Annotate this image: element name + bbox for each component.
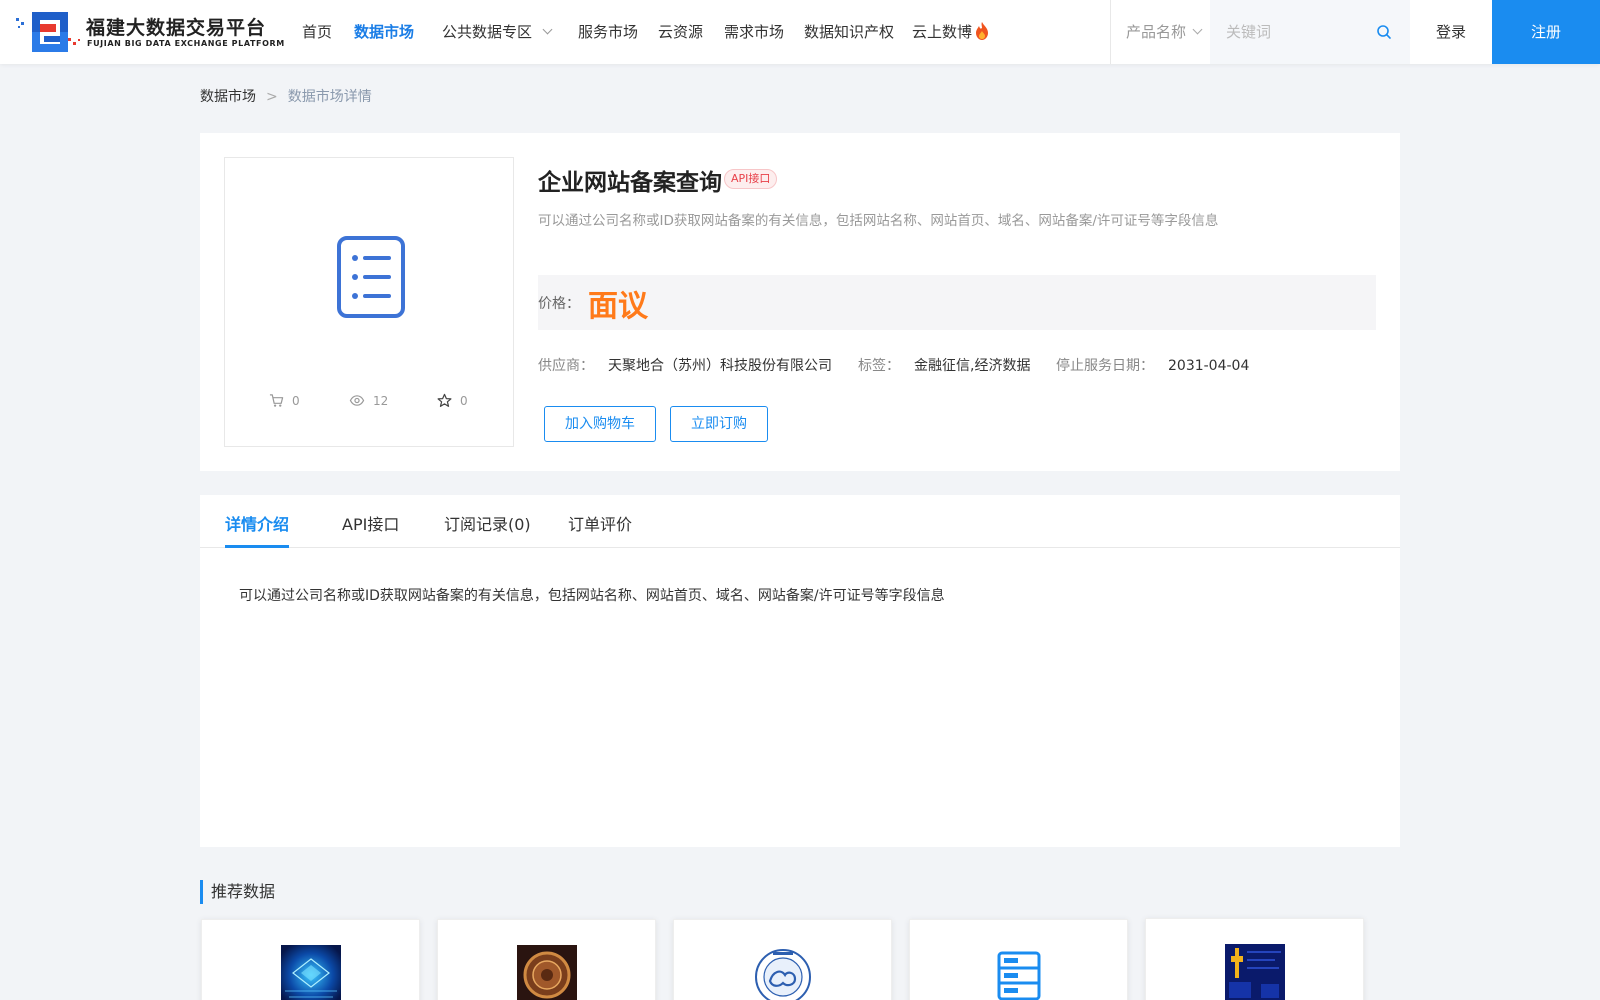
favorite-count: 0 [437,390,468,408]
star-icon[interactable] [437,393,452,408]
breadcrumb-separator: > [266,89,278,105]
recommend-card[interactable] [1145,918,1364,1000]
tab-api[interactable]: API接口 [342,511,399,535]
recommend-title: 推荐数据 [200,880,275,904]
buy-now-button[interactable]: 立即订购 [670,406,768,442]
favorite-count-value: 0 [460,394,468,408]
detail-panel: 详情介绍 API接口 订阅记录(0) 订单评价 可以通过公司名称或ID获取网站备… [200,495,1400,847]
tags-info: 标签： 金融征信,经济数据 [858,355,1030,375]
product-card: 0 12 0 企业网站备案查询 API接口 可以通过公司名称或ID获取网站备案的… [200,133,1400,471]
recommend-card[interactable] [673,919,892,1000]
search-icon[interactable] [1376,24,1392,40]
breadcrumb: 数据市场 > 数据市场详情 [200,86,372,106]
server-stack-icon [997,951,1041,1000]
tab-details[interactable]: 详情介绍 [225,511,289,535]
stop-date-value: 2031-04-04 [1168,358,1250,374]
nav-cloud-expo[interactable]: 云上数博 [912,0,990,64]
login-button[interactable]: 登录 [1410,0,1492,64]
tab-order-reviews[interactable]: 订单评价 [568,511,632,535]
breadcrumb-data-market[interactable]: 数据市场 [200,89,256,105]
nav-public-data[interactable]: 公共数据专区 [442,0,553,64]
tab-bar: 详情介绍 API接口 订阅记录(0) 订单评价 [200,495,1400,548]
chevron-down-icon [542,24,553,35]
search-category-select[interactable]: 产品名称 [1126,0,1203,64]
register-button[interactable]: 注册 [1492,0,1600,64]
dark-chart-image [1225,944,1285,1000]
nav-demand-market[interactable]: 需求市场 [724,0,784,64]
nav-cloud-resources[interactable]: 云资源 [658,0,703,64]
document-list-icon [337,236,405,318]
shopping-cart-icon [269,394,284,407]
fire-icon [976,22,989,40]
recommend-card[interactable] [437,919,656,1000]
nav-cloud-expo-label: 云上数博 [912,23,973,41]
logo-text-en: FUJIAN BIG DATA EXCHANGE PLATFORM [87,39,285,48]
nav-public-data-label: 公共数据专区 [442,23,533,41]
bronze-coin-image [517,945,577,1000]
price-value: 面议 [588,289,648,324]
view-count-value: 12 [373,394,389,408]
platform-logo[interactable]: 福建大数据交易平台 FUJIAN BIG DATA EXCHANGE PLATF… [16,8,284,56]
active-tab-indicator [225,545,289,548]
logo-mark-icon [16,12,80,52]
eye-icon [349,395,365,406]
stop-date-label: 停止服务日期： [1056,358,1154,374]
tab-subscription-records[interactable]: 订阅记录(0) [444,511,531,535]
cart-count: 0 [269,390,300,408]
tags-label: 标签： [858,358,900,374]
supplier-value: 天聚地合（苏州）科技股份有限公司 [608,358,832,374]
nav-data-market[interactable]: 数据市场 [354,0,414,64]
api-badge: API接口 [724,169,778,189]
add-to-cart-button[interactable]: 加入购物车 [544,406,656,442]
product-thumbnail: 0 12 0 [224,157,514,447]
search-divider [1110,0,1111,64]
top-header: 福建大数据交易平台 FUJIAN BIG DATA EXCHANGE PLATF… [0,0,1600,64]
logo-text-cn: 福建大数据交易平台 [86,17,267,39]
breadcrumb-current: 数据市场详情 [287,89,372,105]
nav-home[interactable]: 首页 [302,0,332,64]
stop-date-info: 停止服务日期： 2031-04-04 [1056,355,1249,375]
detail-content: 可以通过公司名称或ID获取网站备案的有关信息，包括网站名称、网站首页、域名、网站… [239,588,945,604]
cart-count-value: 0 [292,394,300,408]
chevron-down-icon [1192,24,1203,35]
weather-bureau-seal-image [753,945,813,1000]
product-description: 可以通过公司名称或ID获取网站备案的有关信息，包括网站名称、网站首页、域名、网站… [538,213,1219,229]
nav-service-market[interactable]: 服务市场 [578,0,638,64]
nav-data-ip[interactable]: 数据知识产权 [804,0,894,64]
recommend-card[interactable] [909,919,1128,1000]
price-box: 价格： 面议 [538,275,1376,330]
product-title: 企业网站备案查询 [538,170,722,196]
search-category-label: 产品名称 [1126,23,1187,41]
tags-value: 金融征信,经济数据 [914,358,1031,374]
blue-chip-image [281,945,341,1000]
view-count: 12 [349,390,388,408]
price-label: 价格： [538,296,580,312]
recommend-card[interactable] [201,919,420,1000]
supplier-info: 供应商： 天聚地合（苏州）科技股份有限公司 [538,355,832,375]
supplier-label: 供应商： [538,358,594,374]
